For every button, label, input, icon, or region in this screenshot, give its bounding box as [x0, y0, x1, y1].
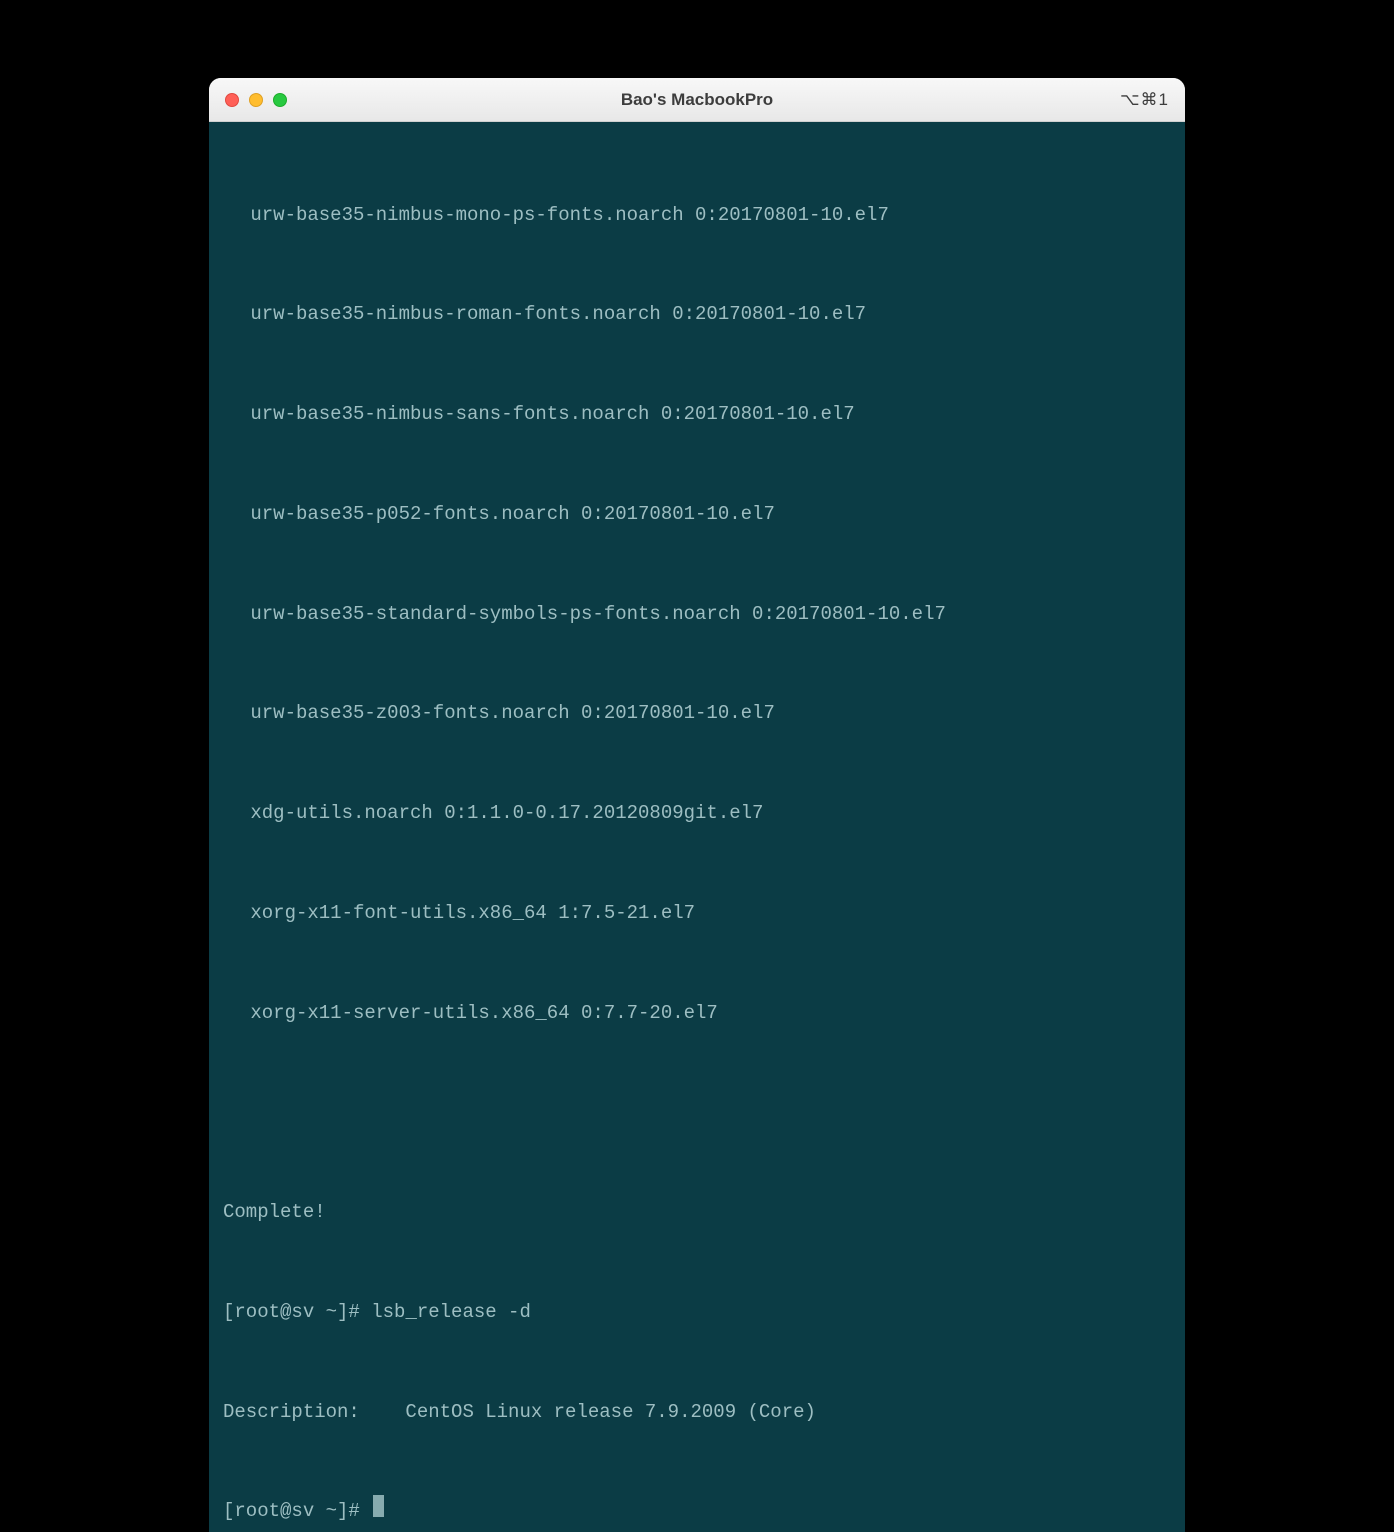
- maximize-button[interactable]: [273, 93, 287, 107]
- command-line: [root@sv ~]# lsb_release -d: [223, 1296, 1171, 1329]
- cursor-icon: [373, 1495, 384, 1517]
- shell-prompt: [root@sv ~]#: [223, 1495, 371, 1528]
- window-title: Bao's MacbookPro: [621, 90, 773, 110]
- terminal-output: urw-base35-nimbus-mono-ps-fonts.noarch 0…: [223, 132, 1171, 1532]
- package-line: xorg-x11-server-utils.x86_64 0:7.7-20.el…: [223, 997, 1171, 1030]
- package-line: xdg-utils.noarch 0:1.1.0-0.17.20120809gi…: [223, 797, 1171, 830]
- output-value: CentOS Linux release 7.9.2009 (Core): [360, 1396, 816, 1429]
- terminal-body[interactable]: urw-base35-nimbus-mono-ps-fonts.noarch 0…: [209, 122, 1185, 1532]
- shell-prompt: [root@sv ~]#: [223, 1296, 371, 1329]
- complete-message: Complete!: [223, 1196, 1171, 1229]
- package-line: urw-base35-nimbus-sans-fonts.noarch 0:20…: [223, 398, 1171, 431]
- package-line: urw-base35-standard-symbols-ps-fonts.noa…: [223, 598, 1171, 631]
- package-line: urw-base35-nimbus-mono-ps-fonts.noarch 0…: [223, 199, 1171, 232]
- minimize-button[interactable]: [249, 93, 263, 107]
- command-line-active[interactable]: [root@sv ~]#: [223, 1495, 1171, 1528]
- traffic-lights: [225, 93, 287, 107]
- package-line: urw-base35-nimbus-roman-fonts.noarch 0:2…: [223, 298, 1171, 331]
- package-line: urw-base35-p052-fonts.noarch 0:20170801-…: [223, 498, 1171, 531]
- keyboard-shortcut-indicator: ⌥⌘1: [1120, 90, 1169, 110]
- terminal-window: Bao's MacbookPro ⌥⌘1 urw-base35-nimbus-m…: [209, 78, 1185, 1532]
- window-titlebar[interactable]: Bao's MacbookPro ⌥⌘1: [209, 78, 1185, 122]
- command-output: Description: CentOS Linux release 7.9.20…: [223, 1396, 1171, 1429]
- close-button[interactable]: [225, 93, 239, 107]
- output-label: Description:: [223, 1396, 360, 1429]
- blank-line: [223, 1096, 1171, 1129]
- command-text: lsb_release -d: [371, 1296, 531, 1329]
- package-line: xorg-x11-font-utils.x86_64 1:7.5-21.el7: [223, 897, 1171, 930]
- package-line: urw-base35-z003-fonts.noarch 0:20170801-…: [223, 697, 1171, 730]
